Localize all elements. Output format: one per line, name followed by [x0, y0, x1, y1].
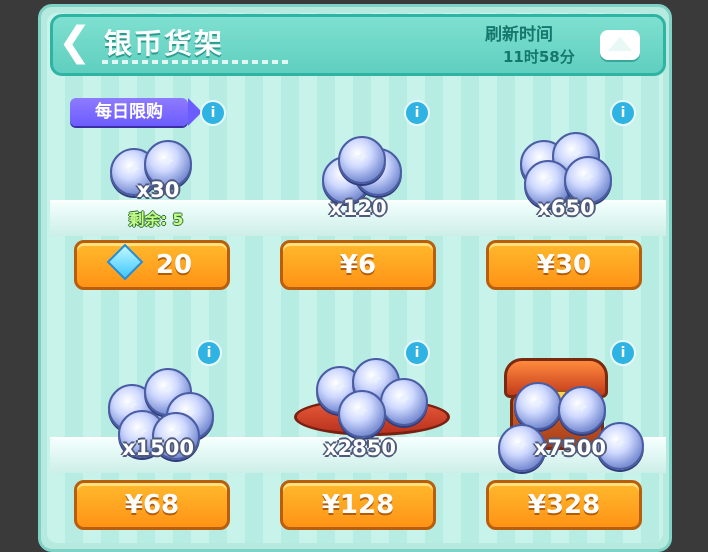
silver-coin-icon: [380, 378, 428, 426]
buy-button[interactable]: ¥328: [486, 480, 642, 530]
shop-item-1[interactable]: i x30 剩余: 5 20: [74, 98, 254, 293]
info-icon[interactable]: i: [196, 340, 222, 366]
shop-item-3[interactable]: i x650 ¥30: [486, 98, 666, 293]
item-count: x30: [136, 178, 180, 202]
buy-button[interactable]: 20: [74, 240, 230, 290]
price-label: ¥128: [321, 490, 395, 520]
silver-coin-icon: [558, 386, 606, 434]
buy-button[interactable]: ¥30: [486, 240, 642, 290]
shop-item-4[interactable]: i x1500 ¥68: [74, 338, 254, 533]
shop-item-2[interactable]: i x120 ¥6: [280, 98, 460, 293]
buy-button[interactable]: ¥6: [280, 240, 436, 290]
info-icon[interactable]: i: [610, 340, 636, 366]
title-underline: [102, 60, 292, 64]
silver-coin-icon: [338, 136, 386, 184]
info-icon[interactable]: i: [404, 340, 430, 366]
shop-item-6[interactable]: i x7500 ¥328: [486, 338, 666, 533]
price-label: ¥6: [339, 250, 377, 280]
triangle-up-icon[interactable]: [600, 30, 640, 60]
page-title: 银币货架: [104, 27, 225, 60]
buy-button[interactable]: ¥128: [280, 480, 436, 530]
item-count: x2850: [324, 436, 396, 460]
item-count: x120: [329, 196, 387, 220]
item-count: x1500: [122, 436, 194, 460]
item-remaining: 剩余: 5: [128, 210, 184, 229]
price-label: ¥68: [124, 490, 180, 520]
price-label: ¥328: [527, 490, 601, 520]
refresh-label: 刷新时间: [485, 25, 553, 45]
refresh-time: 11时58分: [503, 48, 575, 66]
info-icon[interactable]: i: [200, 100, 226, 126]
price-label: ¥30: [536, 250, 592, 280]
silver-coin-icon: [514, 382, 562, 430]
item-count: x650: [537, 196, 595, 220]
info-icon[interactable]: i: [404, 100, 430, 126]
silver-coin-icon: [338, 390, 386, 438]
info-icon[interactable]: i: [610, 100, 636, 126]
item-count: x7500: [534, 436, 606, 460]
buy-button[interactable]: ¥68: [74, 480, 230, 530]
diamond-icon: [106, 243, 144, 281]
shop-item-5[interactable]: i x2850 ¥128: [280, 338, 460, 533]
chevron-left-icon[interactable]: ❮: [58, 22, 92, 62]
price-label: 20: [155, 250, 193, 280]
